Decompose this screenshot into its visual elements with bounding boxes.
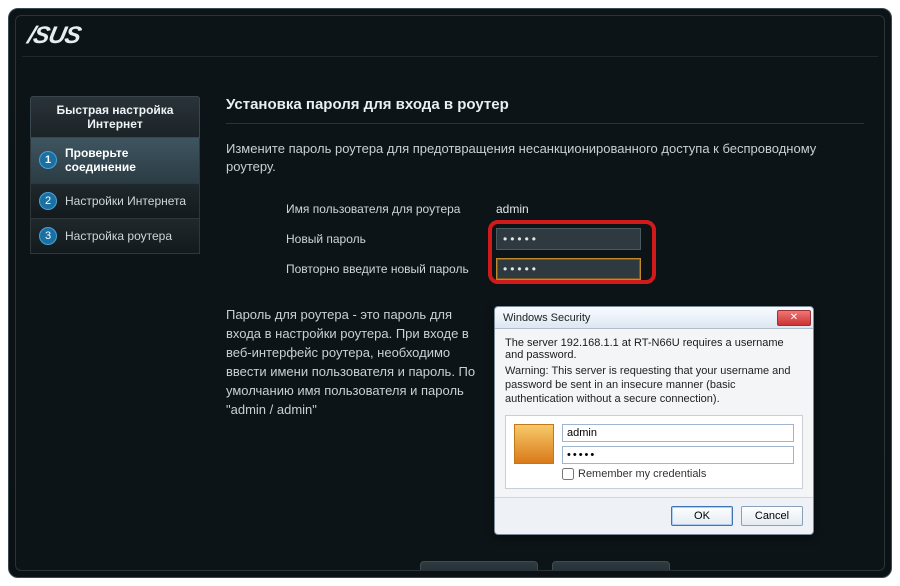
header-divider — [22, 56, 878, 57]
sidebar-step-internet-settings[interactable]: 2 Настройки Интернета — [30, 184, 200, 219]
sidebar-step-label: Настройка роутера — [65, 229, 172, 243]
step-number-icon: 1 — [39, 151, 57, 169]
cancel-button[interactable]: Cancel — [741, 506, 803, 526]
windows-security-title: Windows Security — [503, 312, 590, 324]
close-icon[interactable]: ✕ — [777, 310, 811, 326]
sidebar-step-label: Проверьте соединение — [65, 146, 191, 175]
password-form: Имя пользователя для роутера admin Новый… — [226, 194, 864, 284]
username-value: admin — [496, 202, 529, 216]
remember-credentials-checkbox[interactable]: Remember my credentials — [562, 468, 794, 480]
confirm-password-label: Повторно введите новый пароль — [286, 262, 496, 276]
back-button[interactable]: Назад — [420, 561, 538, 571]
sidebar-step-label: Настройки Интернета — [65, 194, 186, 208]
remember-label: Remember my credentials — [578, 468, 706, 480]
asus-logo: /SUS — [25, 22, 83, 50]
step-number-icon: 3 — [39, 227, 57, 245]
windows-security-dialog: Windows Security ✕ The server 192.168.1.… — [494, 306, 814, 534]
intro-text: Измените пароль роутера для предотвращен… — [226, 140, 864, 176]
quick-setup-sidebar: Быстрая настройка Интернет 1 Проверьте с… — [30, 96, 200, 254]
sidebar-heading: Быстрая настройка Интернет — [30, 96, 200, 138]
router-admin-frame: /SUS Быстрая настройка Интернет 1 Провер… — [8, 8, 892, 578]
router-admin-inner: /SUS Быстрая настройка Интернет 1 Провер… — [15, 15, 885, 571]
ok-button[interactable]: OK — [671, 506, 733, 526]
main-content: Установка пароля для входа в роутер Изме… — [226, 96, 864, 550]
windows-password-input[interactable] — [562, 446, 794, 464]
page-title: Установка пароля для входа в роутер — [226, 96, 864, 113]
new-password-label: Новый пароль — [286, 232, 496, 246]
step-number-icon: 2 — [39, 192, 57, 210]
title-divider — [226, 123, 864, 124]
windows-security-warning: Warning: This server is requesting that … — [505, 365, 803, 406]
help-text: Пароль для роутера - это пароль для вход… — [226, 306, 476, 534]
sidebar-step-router-settings[interactable]: 3 Настройка роутера — [30, 219, 200, 254]
remember-checkbox-input[interactable] — [562, 468, 574, 480]
new-password-input[interactable] — [496, 228, 641, 250]
username-label: Имя пользователя для роутера — [286, 202, 496, 216]
sidebar-step-check-connection[interactable]: 1 Проверьте соединение — [30, 138, 200, 184]
windows-username-input[interactable] — [562, 424, 794, 442]
next-button[interactable]: Далее — [552, 561, 670, 571]
avatar-icon — [514, 424, 554, 464]
confirm-password-input[interactable] — [496, 258, 641, 280]
windows-security-server-line: The server 192.168.1.1 at RT-N66U requir… — [505, 337, 803, 361]
